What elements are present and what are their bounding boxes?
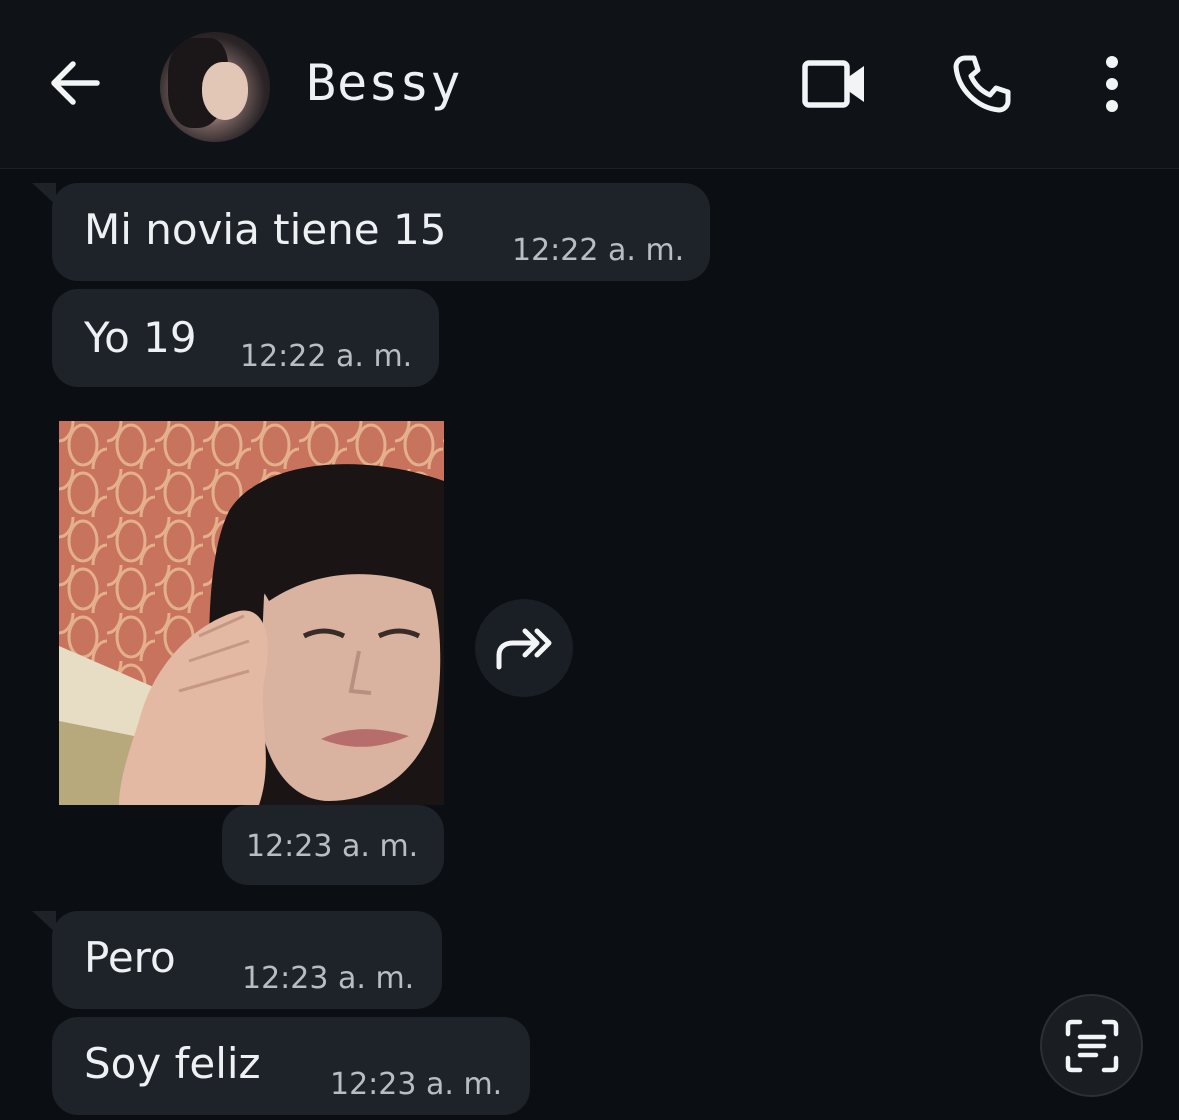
- contact-avatar[interactable]: [160, 32, 270, 142]
- video-call-button[interactable]: [795, 44, 875, 124]
- message-time: 12:23 a. m.: [242, 961, 415, 996]
- forward-button[interactable]: [475, 599, 573, 697]
- message-text: Soy feliz: [84, 1039, 261, 1088]
- contact-name[interactable]: Bessy: [306, 54, 462, 112]
- photo-image: [59, 421, 444, 805]
- back-button[interactable]: [42, 50, 108, 116]
- message-text: Yo 19: [84, 313, 197, 362]
- message-text: Pero: [84, 933, 176, 982]
- menu-button[interactable]: [1072, 44, 1152, 124]
- image-message[interactable]: [59, 421, 444, 805]
- message-bubble[interactable]: Pero 12:23 a. m.: [52, 911, 442, 1009]
- image-time-bubble: 12:23 a. m.: [222, 805, 444, 885]
- forward-icon: [496, 628, 552, 670]
- message-time: 12:22 a. m.: [512, 233, 685, 268]
- message-text: Mi novia tiene 15: [84, 205, 447, 254]
- message-bubble[interactable]: Yo 19 12:22 a. m.: [52, 289, 439, 387]
- arrow-left-icon: [51, 61, 100, 105]
- voice-call-button[interactable]: [942, 44, 1022, 124]
- chat-header: Bessy: [0, 0, 1179, 169]
- message-time: 12:23 a. m.: [330, 1067, 503, 1102]
- message-time: 12:23 a. m.: [246, 829, 419, 864]
- video-camera-icon: [802, 60, 864, 108]
- phone-icon: [953, 55, 1011, 113]
- text-scan-button[interactable]: [1040, 994, 1143, 1097]
- message-bubble[interactable]: Soy feliz 12:23 a. m.: [52, 1017, 530, 1115]
- text-scan-icon: [1065, 1019, 1118, 1072]
- message-time: 12:22 a. m.: [240, 339, 413, 374]
- avatar-face: [202, 62, 248, 120]
- message-bubble[interactable]: Mi novia tiene 15 12:22 a. m.: [52, 183, 710, 281]
- more-vertical-icon: [1106, 56, 1118, 112]
